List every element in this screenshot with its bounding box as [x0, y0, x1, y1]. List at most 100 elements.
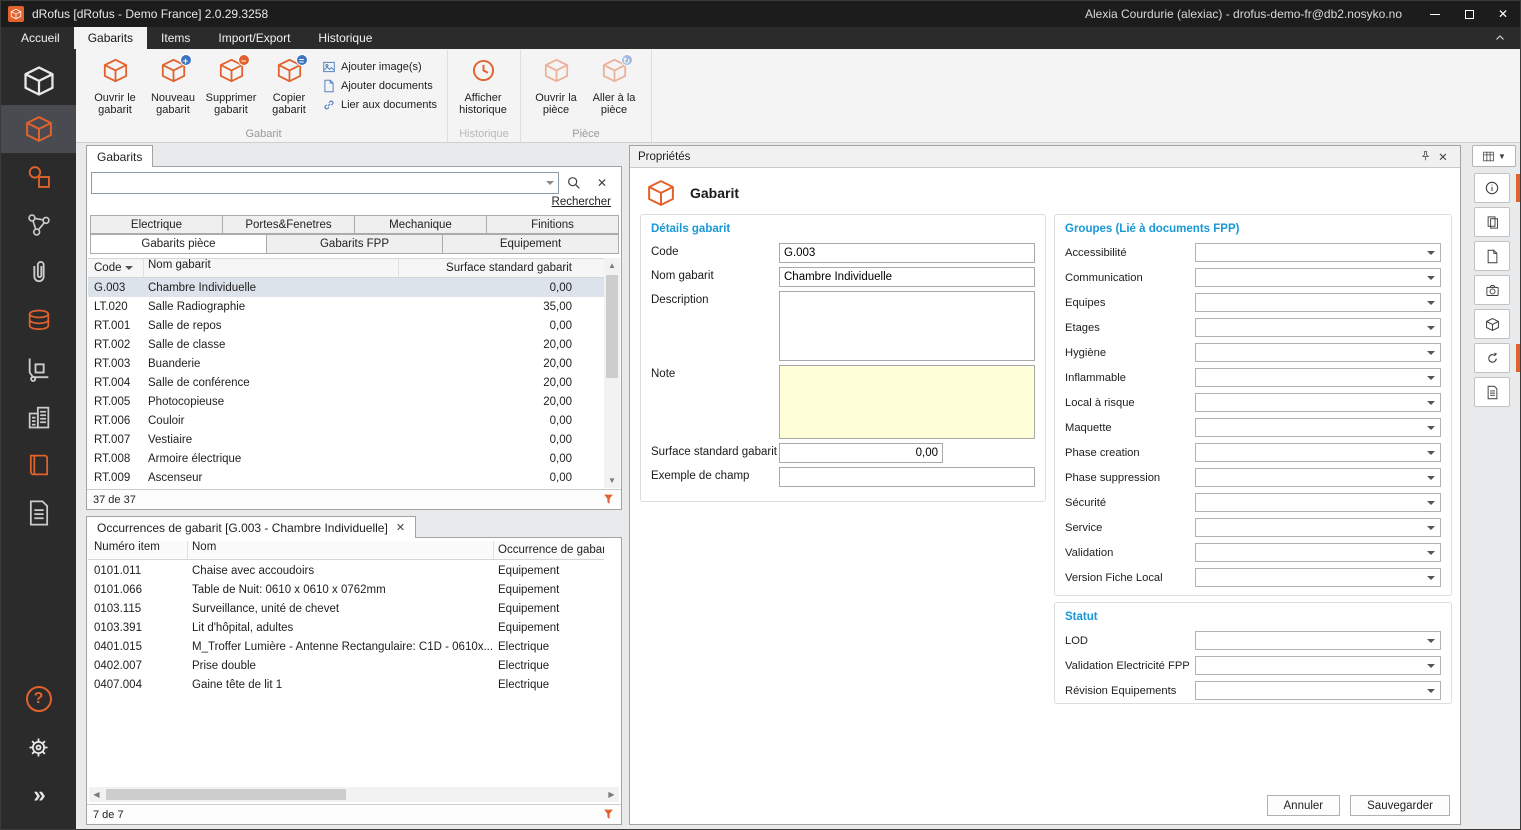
- sidebar-item-finance[interactable]: [1, 297, 76, 345]
- statut-dropdown[interactable]: [1195, 681, 1441, 700]
- group-dropdown[interactable]: [1195, 268, 1441, 287]
- gabarit-row[interactable]: RT.002 Salle de classe 20,00: [88, 335, 604, 354]
- gabarits-panel-tab[interactable]: Gabarits: [86, 145, 153, 167]
- images-panel-button[interactable]: [1474, 275, 1510, 305]
- gabarit-row[interactable]: RT.008 Armoire électrique 0,00: [88, 449, 604, 468]
- document-panel-button[interactable]: [1474, 241, 1510, 271]
- group-dropdown[interactable]: [1195, 418, 1441, 437]
- ribbon-tab[interactable]: Historique: [304, 27, 386, 49]
- sync-panel-button[interactable]: [1474, 343, 1510, 373]
- occurrence-row[interactable]: 0101.011 Chaise avec accoudoirs Equipeme…: [88, 561, 604, 580]
- group-dropdown[interactable]: [1195, 568, 1441, 587]
- rechercher-link[interactable]: Rechercher: [552, 196, 611, 208]
- cancel-button[interactable]: Annuler: [1267, 795, 1341, 816]
- occurrence-row[interactable]: 0103.115 Surveillance, unité de chevet E…: [88, 599, 604, 618]
- group-dropdown[interactable]: [1195, 543, 1441, 562]
- column-header-occurrence[interactable]: Occurrence de gabari...: [494, 544, 604, 556]
- group-dropdown[interactable]: [1195, 393, 1441, 412]
- category-tab[interactable]: Gabarits FPP: [266, 234, 443, 254]
- column-header-num[interactable]: Numéro item: [88, 541, 188, 559]
- occurrence-row[interactable]: 0402.007 Prise double Electrique: [88, 656, 604, 675]
- group-dropdown[interactable]: [1195, 318, 1441, 337]
- group-dropdown[interactable]: [1195, 343, 1441, 362]
- occurrence-row[interactable]: 0407.004 Gaine tête de lit 1 Electrique: [88, 675, 604, 694]
- category-tab[interactable]: Portes&Fenetres: [222, 215, 355, 234]
- group-dropdown[interactable]: [1195, 493, 1441, 512]
- example-field[interactable]: [779, 467, 1035, 487]
- note-field[interactable]: [779, 365, 1035, 439]
- group-dropdown[interactable]: [1195, 518, 1441, 537]
- scroll-left-icon[interactable]: ◀: [89, 787, 104, 802]
- goto-room-button[interactable]: ↻ Aller à la pièce: [585, 52, 643, 124]
- gabarit-row[interactable]: LT.020 Salle Radiographie 35,00: [88, 297, 604, 316]
- collapse-ribbon-icon[interactable]: [1488, 29, 1512, 47]
- occurrences-horizontal-scrollbar[interactable]: ◀ ▶: [89, 787, 619, 802]
- sidebar-item-documents[interactable]: [1, 489, 76, 537]
- scrollbar-thumb[interactable]: [606, 275, 618, 378]
- description-field[interactable]: [779, 291, 1035, 361]
- occurrence-row[interactable]: 0103.391 Lit d'hôpital, adultes Equipeme…: [88, 618, 604, 637]
- column-header-name[interactable]: Nom gabarit: [144, 259, 399, 277]
- name-field[interactable]: [779, 267, 1035, 287]
- sidebar-item-reports[interactable]: [1, 441, 76, 489]
- gabarit-row[interactable]: RT.001 Salle de repos 0,00: [88, 316, 604, 335]
- minimize-button[interactable]: [1418, 1, 1452, 27]
- delete-gabarit-button[interactable]: − Supprimer gabarit: [202, 52, 260, 124]
- new-gabarit-button[interactable]: + Nouveau gabarit: [144, 52, 202, 124]
- sidebar-item-systems[interactable]: [1, 201, 76, 249]
- category-tab[interactable]: Equipement: [442, 234, 619, 254]
- sidebar-item-logistics[interactable]: [1, 345, 76, 393]
- search-input[interactable]: [91, 172, 559, 194]
- occurrence-row[interactable]: 0101.066 Table de Nuit: 0610 x 0610 x 07…: [88, 580, 604, 599]
- gabarit-row[interactable]: RT.004 Salle de conférence 20,00: [88, 373, 604, 392]
- filter-icon[interactable]: [602, 808, 615, 821]
- group-dropdown[interactable]: [1195, 468, 1441, 487]
- sidebar-item-buildings[interactable]: [1, 393, 76, 441]
- add-images-button[interactable]: Ajouter image(s): [322, 60, 437, 74]
- surface-field[interactable]: [779, 443, 943, 463]
- category-tab[interactable]: Gabarits pièce: [90, 234, 267, 254]
- add-documents-button[interactable]: Ajouter documents: [322, 79, 437, 93]
- column-header-code[interactable]: Code: [88, 259, 144, 277]
- gabarit-row[interactable]: RT.003 Buanderie 20,00: [88, 354, 604, 373]
- ribbon-tab[interactable]: Items: [147, 27, 204, 49]
- open-gabarit-button[interactable]: Ouvrir le gabarit: [86, 52, 144, 124]
- sidebar-item-items[interactable]: [1, 153, 76, 201]
- link-documents-button[interactable]: Lier aux documents: [322, 98, 437, 112]
- copy-panel-button[interactable]: [1474, 207, 1510, 237]
- save-button[interactable]: Sauvegarder: [1350, 795, 1450, 816]
- scroll-right-icon[interactable]: ▶: [604, 787, 619, 802]
- sidebar-item-gabarits[interactable]: [1, 105, 76, 153]
- layout-selector-button[interactable]: ▼: [1472, 145, 1516, 167]
- maximize-button[interactable]: [1452, 1, 1486, 27]
- open-room-button[interactable]: Ouvrir la pièce: [527, 52, 585, 124]
- document-settings-panel-button[interactable]: [1474, 377, 1510, 407]
- category-tab[interactable]: Mechanique: [354, 215, 487, 234]
- clear-search-button[interactable]: ✕: [589, 172, 615, 194]
- group-dropdown[interactable]: [1195, 443, 1441, 462]
- scroll-down-icon[interactable]: ▼: [604, 473, 620, 488]
- group-dropdown[interactable]: [1195, 243, 1441, 262]
- sidebar-item-home[interactable]: [1, 57, 76, 105]
- gabarit-row[interactable]: G.003 Chambre Individuelle 0,00: [88, 278, 604, 297]
- sidebar-item-attachments[interactable]: [1, 249, 76, 297]
- ribbon-tab[interactable]: Import/Export: [204, 27, 304, 49]
- sidebar-item-settings[interactable]: [1, 723, 76, 771]
- statut-dropdown[interactable]: [1195, 656, 1441, 675]
- occurrences-panel-tab[interactable]: Occurrences de gabarit [G.003 - Chambre …: [86, 516, 416, 538]
- scrollbar-thumb[interactable]: [106, 789, 346, 800]
- copy-gabarit-button[interactable]: = Copier gabarit: [260, 52, 318, 124]
- pin-panel-button[interactable]: [1416, 148, 1434, 166]
- gabarit-row[interactable]: RT.005 Photocopieuse 20,00: [88, 392, 604, 411]
- info-panel-button[interactable]: [1474, 173, 1510, 203]
- ribbon-tab[interactable]: Accueil: [7, 27, 74, 49]
- gabarit-row[interactable]: RT.006 Couloir 0,00: [88, 411, 604, 430]
- close-button[interactable]: ✕: [1486, 1, 1520, 27]
- sidebar-item-help[interactable]: ?: [1, 675, 76, 723]
- scroll-up-icon[interactable]: ▲: [604, 258, 620, 273]
- search-history-chevron-icon[interactable]: [546, 181, 554, 189]
- statut-dropdown[interactable]: [1195, 631, 1441, 650]
- filter-icon[interactable]: [602, 493, 615, 506]
- close-panel-button[interactable]: ✕: [1434, 148, 1452, 166]
- show-history-button[interactable]: Afficher historique: [454, 52, 512, 124]
